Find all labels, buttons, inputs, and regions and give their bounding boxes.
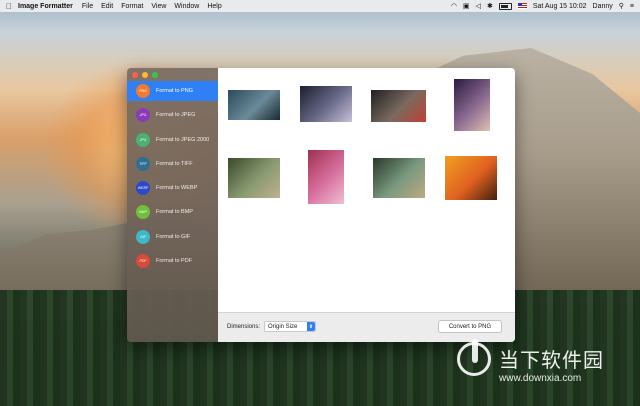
thumb-sunset-girl[interactable] (445, 156, 497, 200)
battery-icon[interactable] (498, 2, 512, 10)
apple-menu-icon[interactable]:  (0, 2, 18, 11)
sidebar-item-gif-6[interactable]: GIF Format to GIF (127, 227, 218, 247)
user-menu[interactable]: Danny (593, 3, 613, 10)
menu-file[interactable]: File (82, 3, 93, 10)
menu-format[interactable]: Format (121, 3, 143, 10)
sidebar-item-label: Format to JPEG (156, 112, 196, 119)
minimize-button[interactable] (142, 72, 148, 78)
status-area: ◠ ▣ ◁ ✱ Sat Aug 15 10:02 Danny ⚲ ≡ (451, 2, 640, 10)
webp-format-icon: WEBP (136, 181, 150, 196)
bottom-bar: Dimensions: Origin Size ⬍ Convert to PNG (218, 312, 515, 342)
sidebar-item-label: Format to BMP (156, 209, 193, 216)
window-controls (132, 72, 158, 78)
tiff-format-icon: TIFF (136, 156, 150, 171)
sidebar-item-label: Format to WEBP (156, 185, 198, 192)
pdf-format-icon: PDF (136, 254, 150, 269)
menu-bar:  Image Formatter File Edit Format View … (0, 0, 640, 12)
sidebar-item-pdf-7[interactable]: PDF Format to PDF (127, 251, 218, 271)
sidebar-item-label: Format to PNG (156, 88, 193, 94)
menu-edit[interactable]: Edit (101, 3, 113, 10)
zoom-button[interactable] (152, 72, 158, 78)
thumb-forest-girl-2[interactable] (373, 158, 425, 198)
sidebar-item-bmp-5[interactable]: BMP Format to BMP (127, 202, 218, 222)
dimensions-value: Origin Size (268, 323, 298, 330)
display-icon[interactable]: ▣ (463, 2, 470, 10)
thumb-motorcycle[interactable] (300, 86, 352, 122)
menu-window[interactable]: Window (174, 3, 199, 10)
image-grid: Dimensions: Origin Size ⬍ Convert to PNG (218, 68, 515, 342)
sidebar-item-png-0[interactable]: PNG Format to PNG (127, 81, 218, 101)
jpg-format-icon: JPG (136, 132, 150, 147)
app-menu[interactable]: Image Formatter (18, 3, 73, 10)
clock[interactable]: Sat Aug 15 10:02 (533, 3, 587, 10)
sidebar-item-webp-4[interactable]: WEBP Format to WEBP (127, 178, 218, 198)
thumb-sportscar[interactable] (371, 90, 426, 122)
watermark-logo-icon (457, 339, 491, 376)
thumb-forest-girl[interactable] (228, 158, 280, 198)
sidebar-item-label: Format to GIF (156, 233, 191, 240)
input-source-flag-icon[interactable] (517, 3, 527, 9)
sidebar-item-label: Format to PDF (156, 258, 193, 265)
menu-help[interactable]: Help (207, 3, 221, 10)
notification-center-icon[interactable]: ≡ (630, 3, 634, 10)
watermark-url: www.downxia.com (499, 373, 582, 384)
sidebar-item-label: Format to JPEG 2000 (156, 136, 210, 143)
thumb-car[interactable] (228, 90, 280, 120)
watermark: 当下软件园 www.downxia.com (455, 339, 625, 390)
thumb-portrait[interactable] (454, 79, 490, 131)
sidebar: PNG Format to PNG JPG Format to JPEG JPG Form… (127, 68, 218, 342)
format-list: PNG Format to PNG JPG Format to JPEG JPG Form… (127, 81, 218, 275)
volume-icon[interactable]: ◁ (476, 2, 481, 10)
menu-view[interactable]: View (151, 3, 166, 10)
image-formatter-window: PNG Format to PNG JPG Format to JPEG JPG Form… (127, 68, 515, 342)
sidebar-item-tiff-3[interactable]: TIFF Format to TIFF (127, 154, 218, 174)
gif-format-icon: GIF (136, 229, 150, 244)
spotlight-icon[interactable]: ⚲ (619, 2, 624, 10)
sidebar-item-label: Format to TIFF (156, 160, 193, 167)
bluetooth-icon[interactable]: ✱ (487, 2, 493, 10)
convert-button[interactable]: Convert to PNG (438, 320, 502, 333)
sidebar-item-jpg-2[interactable]: JPG Format to JPEG 2000 (127, 130, 218, 150)
close-button[interactable] (132, 72, 138, 78)
sidebar-item-jpg-1[interactable]: JPG Format to JPEG (127, 105, 218, 125)
jpg-format-icon: JPG (136, 108, 150, 123)
thumb-pink-dress[interactable] (308, 150, 344, 204)
bmp-format-icon: BMP (136, 205, 150, 220)
wifi-icon[interactable]: ◠ (451, 2, 457, 10)
watermark-text: 当下软件园 (499, 348, 604, 372)
dimensions-select[interactable]: Origin Size ⬍ (264, 321, 316, 332)
chevron-down-icon: ⬍ (307, 322, 315, 331)
dimensions-label: Dimensions: (227, 324, 261, 330)
png-format-icon: PNG (136, 84, 150, 98)
